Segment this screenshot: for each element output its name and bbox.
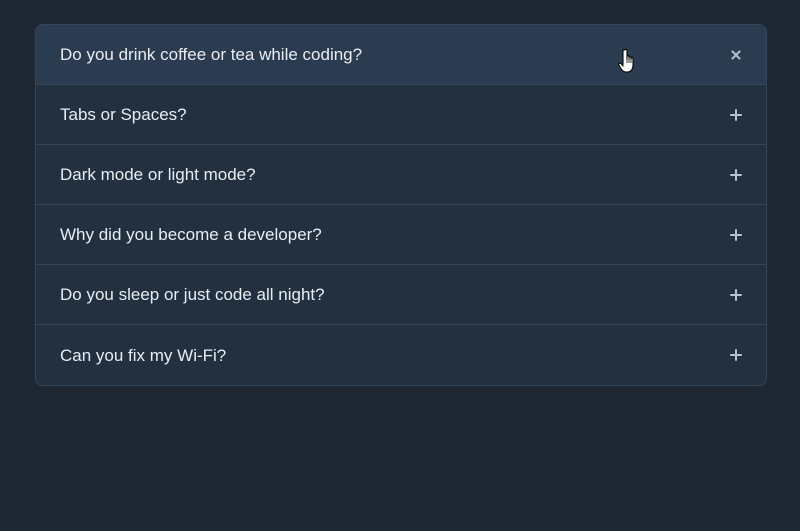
faq-item-coffee-or-tea[interactable]: Do you drink coffee or tea while coding? [36, 25, 766, 85]
faq-question: Dark mode or light mode? [60, 165, 256, 184]
plus-icon[interactable] [730, 108, 742, 121]
faq-question: Do you drink coffee or tea while coding? [60, 45, 363, 64]
faq-question: Do you sleep or just code all night? [60, 285, 325, 304]
plus-icon[interactable] [730, 168, 742, 181]
plus-icon[interactable] [730, 288, 742, 301]
faq-item-tabs-or-spaces[interactable]: Tabs or Spaces? [36, 85, 766, 145]
plus-icon[interactable] [730, 349, 742, 361]
faq-accordion: Do you drink coffee or tea while coding?… [35, 24, 767, 386]
faq-question: Why did you become a developer? [60, 225, 322, 244]
plus-icon[interactable] [728, 46, 745, 63]
faq-item-fix-wifi[interactable]: Can you fix my Wi-Fi? [36, 325, 766, 385]
faq-item-dark-or-light-mode[interactable]: Dark mode or light mode? [36, 145, 766, 205]
faq-item-sleep-or-code[interactable]: Do you sleep or just code all night? [36, 265, 766, 325]
faq-question: Can you fix my Wi-Fi? [60, 345, 227, 365]
faq-item-why-developer[interactable]: Why did you become a developer? [36, 205, 766, 265]
plus-icon[interactable] [730, 228, 742, 241]
faq-question: Tabs or Spaces? [60, 105, 187, 124]
